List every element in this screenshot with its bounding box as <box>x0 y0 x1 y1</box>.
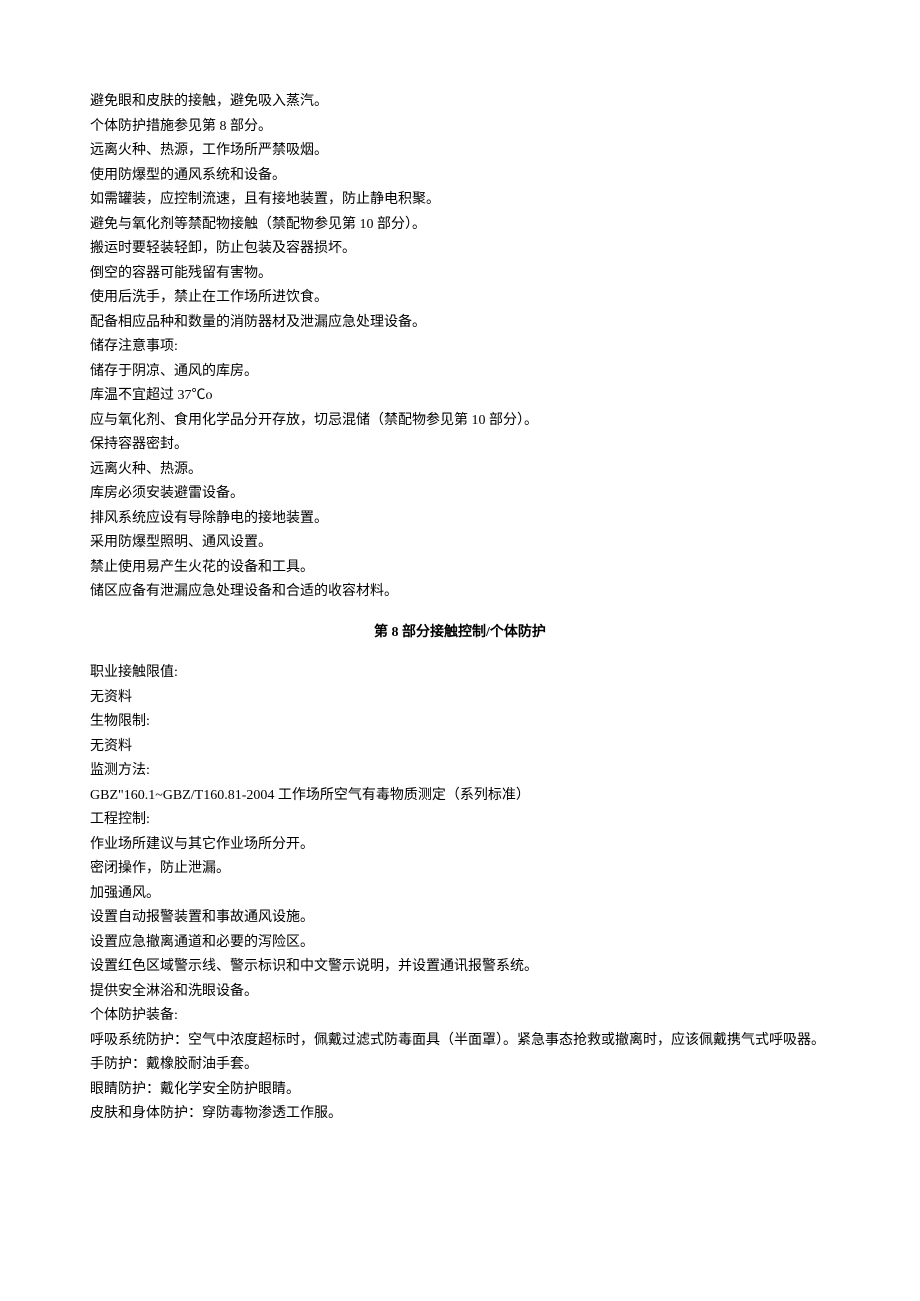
handling-line: 避免与氧化剂等禁配物接触（禁配物参见第 10 部分）。 <box>90 213 830 238</box>
handling-line: 如需罐装，应控制流速，且有接地装置，防止静电积聚。 <box>90 188 830 213</box>
document-body: 避免眼和皮肤的接触，避免吸入蒸汽。 个体防护措施参见第 8 部分。 远离火种、热… <box>90 90 830 1127</box>
storage-line: 储区应备有泄漏应急处理设备和合适的收容材料。 <box>90 580 830 605</box>
handling-line: 个体防护措施参见第 8 部分。 <box>90 115 830 140</box>
bio-limit-heading: 生物限制: <box>90 710 830 735</box>
handling-line: 搬运时要轻装轻卸，防止包装及容器损坏。 <box>90 237 830 262</box>
handling-line: 配备相应品种和数量的消防器材及泄漏应急处理设备。 <box>90 311 830 336</box>
storage-line: 排风系统应设有导除静电的接地装置。 <box>90 507 830 532</box>
exposure-limit-heading: 职业接触限值: <box>90 661 830 686</box>
storage-line: 禁止使用易产生火花的设备和工具。 <box>90 556 830 581</box>
handling-line: 避免眼和皮肤的接触，避免吸入蒸汽。 <box>90 90 830 115</box>
ppe-skin: 皮肤和身体防护：穿防毒物渗透工作服。 <box>90 1102 830 1127</box>
monitoring-heading: 监测方法: <box>90 759 830 784</box>
handling-line: 倒空的容器可能残留有害物。 <box>90 262 830 287</box>
section7-storage: 储存注意事项: 储存于阴凉、通风的库房。 库温不宜超过 37℃o 应与氧化剂、食… <box>90 335 830 605</box>
title-prefix: 第 <box>374 625 392 640</box>
exposure-limit-value: 无资料 <box>90 686 830 711</box>
engineering-line: 作业场所建议与其它作业场所分开。 <box>90 833 830 858</box>
storage-line: 库温不宜超过 37℃o <box>90 384 830 409</box>
ppe-eyes: 眼睛防护：戴化学安全防护眼睛。 <box>90 1078 830 1103</box>
storage-heading: 储存注意事项: <box>90 335 830 360</box>
engineering-line: 密闭操作，防止泄漏。 <box>90 857 830 882</box>
engineering-line: 设置应急撤离通道和必要的泻险区。 <box>90 931 830 956</box>
storage-line: 远离火种、热源。 <box>90 458 830 483</box>
engineering-line: 设置红色区域警示线、警示标识和中文警示说明，并设置通讯报警系统。 <box>90 955 830 980</box>
bio-limit-value: 无资料 <box>90 735 830 760</box>
storage-line: 库房必须安装避雷设备。 <box>90 482 830 507</box>
section8-title: 第 8 部分接触控制/个体防护 <box>90 621 830 646</box>
storage-line: 保持容器密封。 <box>90 433 830 458</box>
title-suffix: 部分接触控制/个体防护 <box>399 625 546 640</box>
handling-line: 使用后洗手，禁止在工作场所进饮食。 <box>90 286 830 311</box>
handling-line: 远离火种、热源，工作场所严禁吸烟。 <box>90 139 830 164</box>
handling-line: 使用防爆型的通风系统和设备。 <box>90 164 830 189</box>
section8-body: 职业接触限值: 无资料 生物限制: 无资料 监测方法: GBZ"160.1~GB… <box>90 661 830 1127</box>
engineering-line: 加强通风。 <box>90 882 830 907</box>
storage-line: 采用防爆型照明、通风设置。 <box>90 531 830 556</box>
section7-handling: 避免眼和皮肤的接触，避免吸入蒸汽。 个体防护措施参见第 8 部分。 远离火种、热… <box>90 90 830 335</box>
ppe-hands: 手防护：戴橡胶耐油手套。 <box>90 1053 830 1078</box>
engineering-line: 设置自动报警装置和事故通风设施。 <box>90 906 830 931</box>
engineering-heading: 工程控制: <box>90 808 830 833</box>
ppe-respiratory: 呼吸系统防护：空气中浓度超标时，佩戴过滤式防毒面具（半面罩）。紧急事态抢救或撤离… <box>90 1029 830 1054</box>
monitoring-value: GBZ"160.1~GBZ/T160.81-2004 工作场所空气有毒物质测定（… <box>90 784 830 809</box>
storage-line: 储存于阴凉、通风的库房。 <box>90 360 830 385</box>
title-number: 8 <box>392 625 399 640</box>
storage-line: 应与氧化剂、食用化学品分开存放，切忌混储（禁配物参见第 10 部分）。 <box>90 409 830 434</box>
ppe-heading: 个体防护装备: <box>90 1004 830 1029</box>
engineering-line: 提供安全淋浴和洗眼设备。 <box>90 980 830 1005</box>
